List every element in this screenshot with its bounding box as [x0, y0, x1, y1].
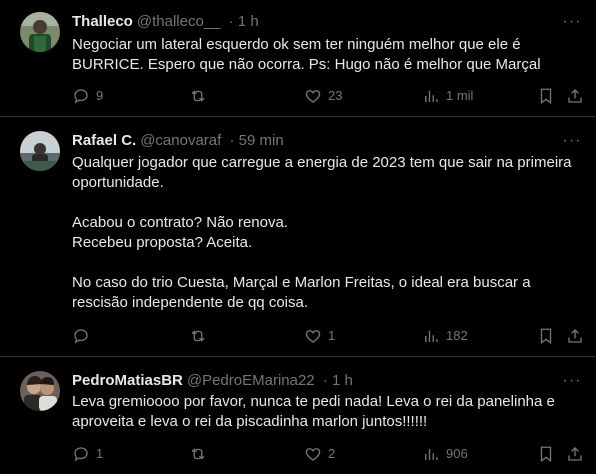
more-options-icon[interactable]: ···: [562, 12, 582, 32]
bookmark-icon: [540, 88, 552, 105]
views-icon: [425, 330, 438, 342]
tweet-header: Rafael C. @canovaraf · 59 min: [72, 131, 556, 151]
tweet-actions: 1 2 906: [72, 444, 584, 464]
retweet-button[interactable]: [189, 326, 213, 346]
reply-icon: [74, 329, 88, 344]
tweet-line: Recebeu proposta? Aceita.: [72, 234, 253, 251]
tweet-text: Qualquer jogador que carregue a energia …: [72, 153, 572, 313]
bookmark-icon: [540, 446, 552, 463]
tweet-line: oportunidade.: [72, 174, 164, 191]
avatar[interactable]: [20, 131, 60, 171]
like-count: 1: [328, 328, 336, 343]
tweet-actions: 1 182: [72, 326, 584, 346]
retweet-button[interactable]: [189, 444, 213, 464]
more-options-icon[interactable]: ···: [562, 131, 582, 151]
heart-icon: [305, 90, 321, 103]
retweet-icon: [191, 330, 205, 342]
tweet-actions: 9 23 1 mil: [72, 86, 584, 106]
timestamp[interactable]: · 59 min: [229, 132, 283, 149]
display-name[interactable]: Thalleco: [72, 13, 133, 30]
reply-button[interactable]: 9: [72, 86, 103, 106]
retweet-icon: [191, 448, 205, 460]
tweet-line: rescisão independente de qq coisa.: [72, 294, 309, 311]
share-button[interactable]: [566, 326, 584, 346]
views-icon: [425, 448, 438, 460]
view-count: 1 mil: [446, 88, 474, 103]
timestamp[interactable]: · 1 h: [229, 13, 259, 30]
display-name[interactable]: Rafael C.: [72, 132, 136, 149]
share-icon: [568, 329, 582, 343]
tweet[interactable]: PedroMatiasBR @PedroEMarina22 · 1 h ··· L…: [0, 357, 596, 474]
reply-button[interactable]: [72, 326, 96, 346]
tweet-line: Negociar um lateral esquerdo ok sem ter …: [72, 36, 521, 53]
avatar-image: [20, 371, 60, 411]
avatar-image: [20, 131, 60, 171]
like-count: 2: [328, 446, 336, 461]
share-button[interactable]: [566, 444, 584, 464]
timestamp[interactable]: · 1 h: [323, 372, 353, 389]
tweet-header: Thalleco @thalleco__ · 1 h: [72, 12, 556, 32]
bookmark-button[interactable]: [537, 326, 555, 346]
retweet-icon: [191, 90, 205, 102]
views-button[interactable]: 1 mil: [422, 86, 473, 106]
reply-button[interactable]: 1: [72, 444, 103, 464]
view-count: 182: [446, 328, 468, 343]
views-button[interactable]: 906: [422, 444, 468, 464]
avatar[interactable]: [20, 12, 60, 52]
reply-icon: [74, 447, 88, 462]
tweet-text: Negociar um lateral esquerdo ok sem ter …: [72, 35, 572, 75]
share-icon: [568, 89, 582, 103]
share-button[interactable]: [566, 86, 584, 106]
heart-icon: [305, 330, 321, 343]
retweet-button[interactable]: [189, 86, 213, 106]
tweet-text: Leva gremioooo por favor, nunca te pedi …: [72, 392, 572, 432]
like-button[interactable]: 1: [304, 326, 335, 346]
paragraph-break: [72, 253, 572, 273]
reply-count: 9: [96, 88, 104, 103]
tweet-line: aproveita e leva o rei da piscadinha mar…: [72, 413, 428, 430]
reply-count: 1: [96, 446, 104, 461]
heart-icon: [305, 448, 321, 461]
bookmark-button[interactable]: [537, 86, 555, 106]
tweet-line: Acabou o contrato? Não renova.: [72, 214, 288, 231]
tweet-line: Qualquer jogador que carregue a energia …: [72, 154, 572, 171]
share-icon: [568, 447, 582, 461]
more-options-icon[interactable]: ···: [562, 371, 582, 391]
tweet[interactable]: Rafael C. @canovaraf · 59 min ··· Qualque…: [0, 117, 596, 357]
bookmark-button[interactable]: [537, 444, 555, 464]
reply-icon: [74, 89, 88, 104]
like-count: 23: [328, 88, 343, 103]
tweet-line: No caso do trio Cuesta, Marçal e Marlon …: [72, 274, 531, 291]
display-name[interactable]: PedroMatiasBR: [72, 372, 183, 389]
tweet-line: Leva gremioooo por favor, nunca te pedi …: [72, 393, 555, 410]
views-icon: [425, 90, 438, 102]
handle[interactable]: @canovaraf: [140, 132, 221, 149]
tweet-header: PedroMatiasBR @PedroEMarina22 · 1 h: [72, 371, 556, 391]
like-button[interactable]: 2: [304, 444, 335, 464]
like-button[interactable]: 23: [304, 86, 342, 106]
tweet-line: BURRICE. Espero que não ocorra. Ps: Hugo…: [72, 56, 541, 73]
bookmark-icon: [540, 328, 552, 345]
avatar[interactable]: [20, 371, 60, 411]
paragraph-break: [72, 193, 572, 213]
avatar-image: [20, 12, 60, 52]
view-count: 906: [446, 446, 468, 461]
tweet[interactable]: Thalleco @thalleco__ · 1 h ··· Negociar u…: [0, 0, 596, 117]
views-button[interactable]: 182: [422, 326, 468, 346]
handle[interactable]: @PedroEMarina22: [187, 372, 315, 389]
handle[interactable]: @thalleco__: [137, 13, 221, 30]
